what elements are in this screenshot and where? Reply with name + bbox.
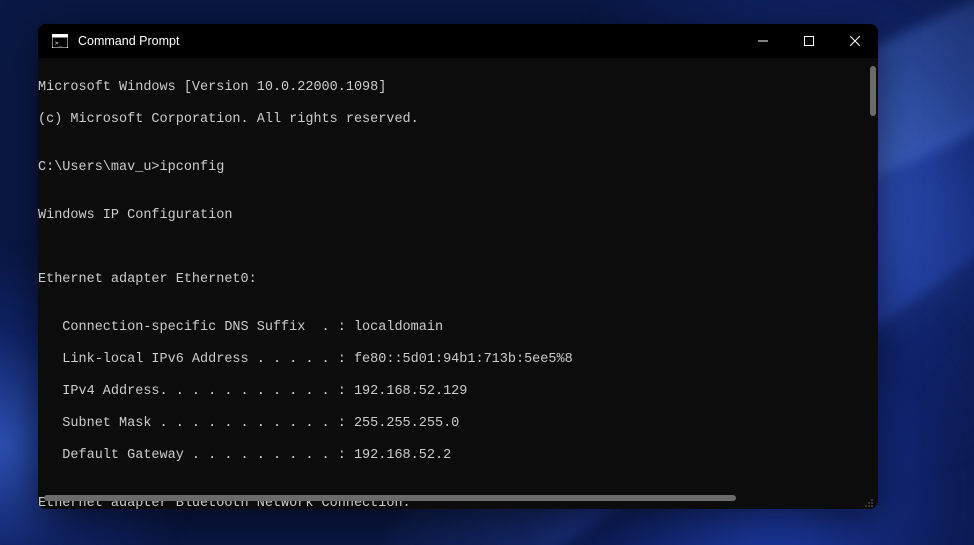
subnet-line: Subnet Mask . . . . . . . . . . . : 255.… [38, 416, 878, 432]
prompt-path: C:\Users\mav_u> [38, 160, 160, 175]
copyright-line: (c) Microsoft Corporation. All rights re… [38, 112, 878, 128]
terminal-body[interactable]: Microsoft Windows [Version 10.0.22000.10… [38, 58, 878, 509]
horizontal-scrollbar-track[interactable] [44, 495, 858, 501]
prompt-command: ipconfig [160, 160, 225, 175]
vertical-scrollbar-thumb[interactable] [870, 66, 876, 116]
close-button[interactable] [832, 24, 878, 58]
resize-grip-icon[interactable] [864, 495, 874, 505]
horizontal-scrollbar-thumb[interactable] [44, 495, 736, 501]
svg-text:>_: >_ [55, 40, 63, 47]
dns-suffix-line: Connection-specific DNS Suffix . : local… [38, 320, 878, 336]
window-controls [740, 24, 878, 58]
ipv4-line: IPv4 Address. . . . . . . . . . . : 192.… [38, 384, 878, 400]
minimize-button[interactable] [740, 24, 786, 58]
prompt-line: C:\Users\mav_u>ipconfig [38, 160, 878, 176]
maximize-button[interactable] [786, 24, 832, 58]
adapter-title: Ethernet adapter Ethernet0: [38, 272, 878, 288]
ipconfig-header: Windows IP Configuration [38, 208, 878, 224]
os-banner-line: Microsoft Windows [Version 10.0.22000.10… [38, 80, 878, 96]
command-prompt-window: >_ Command Prompt Microsoft Windows [Ver… [38, 24, 878, 509]
terminal-output: Microsoft Windows [Version 10.0.22000.10… [38, 64, 878, 509]
window-title: Command Prompt [78, 34, 740, 48]
cmd-icon: >_ [52, 34, 68, 48]
gateway-line: Default Gateway . . . . . . . . . : 192.… [38, 448, 878, 464]
ipv6-line: Link-local IPv6 Address . . . . . : fe80… [38, 352, 878, 368]
titlebar[interactable]: >_ Command Prompt [38, 24, 878, 58]
